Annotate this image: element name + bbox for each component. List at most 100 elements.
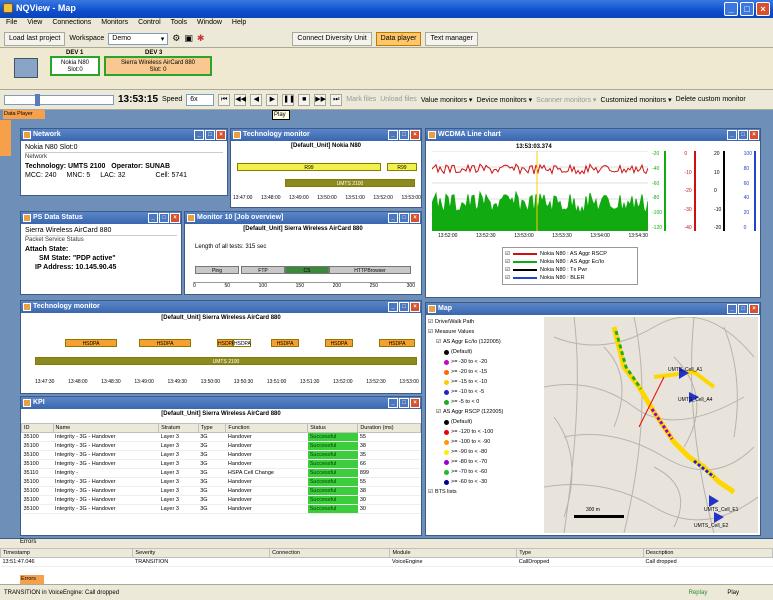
device-card-dev3[interactable]: Sierra Wireless AirCard 880 Slot: 0 [104,56,212,76]
load-last-project-button[interactable]: Load last project [4,31,66,46]
column-header[interactable]: Type [516,548,644,558]
panel-close-button[interactable]: × [170,213,180,223]
tree-item[interactable]: >= -100 to < -90 [428,437,542,447]
tree-item[interactable]: >= -20 to < -15 [428,367,542,377]
checkbox-icon[interactable]: ☑ [505,259,510,265]
map-canvas[interactable]: UMTS_Cell_A1 UMTS_Cell_A4 UMTS_Cell_E1 U… [544,317,758,533]
menu-item-file[interactable]: File [6,19,17,29]
menu-item-control[interactable]: Control [138,19,161,29]
panel-maximize-button[interactable]: □ [738,304,748,314]
tree-item[interactable]: >= -5 to < 0 [428,397,542,407]
panel-maximize-button[interactable]: □ [399,302,409,312]
panel-close-button[interactable]: × [749,130,759,140]
checkbox-icon[interactable]: ☑ [436,409,441,415]
tree-item[interactable]: >= -30 to < -20 [428,357,542,367]
tree-item[interactable]: >= -120 to < -100 [428,427,542,437]
column-header[interactable]: Stratum [158,423,199,433]
checkbox-icon[interactable]: ☑ [505,267,510,273]
connect-diversity-unit-button[interactable]: Connect Diversity Unit [292,31,372,46]
column-header[interactable]: Status [307,423,359,433]
side-tab[interactable] [0,120,11,156]
column-header[interactable]: Type [197,423,227,433]
settings-icon[interactable]: ⚙ [172,33,180,44]
step-forward-icon[interactable]: ⏭ [330,93,343,106]
column-header[interactable]: Module [389,548,518,558]
panel-close-button[interactable]: × [410,302,420,312]
menu-item-tools[interactable]: Tools [171,19,187,29]
tree-item[interactable]: >= -90 to < -80 [428,447,542,457]
timeline-slider[interactable] [4,93,114,106]
checkbox-icon[interactable]: ☑ [428,489,433,495]
timeline-thumb[interactable] [35,93,40,106]
menu-item-view[interactable]: View [27,19,42,29]
tree-item[interactable]: ☑ AS Aggr RSCP (122005) [428,407,542,417]
tree-item[interactable]: ☑ BTS lists [428,487,542,497]
panel-close-button[interactable]: × [410,398,420,408]
scanner-monitors-menu[interactable]: Scanner monitors ▾ [536,96,596,104]
column-header[interactable]: Duration (ms) [357,423,421,433]
checkbox-icon[interactable]: ☑ [428,319,433,325]
table-row[interactable]: 35100 Integrity - 3G - Handover Layer 3 3G H… [21,441,421,451]
column-header[interactable]: ID [21,423,54,433]
tree-item[interactable]: >= -10 to < -5 [428,387,542,397]
column-header[interactable]: Function [225,423,309,433]
close-button[interactable]: × [756,2,770,16]
tree-item[interactable]: >= -15 to < -10 [428,377,542,387]
table-row[interactable]: 35100 Integrity - 3G - Handover Layer 3 3G H… [21,495,421,505]
text-manager-button[interactable]: Text manager [425,31,478,46]
column-header[interactable]: Name [52,423,160,433]
panel-minimize-button[interactable]: _ [388,398,398,408]
tree-item[interactable]: >= -70 to < -60 [428,467,542,477]
panel-maximize-button[interactable]: □ [738,130,748,140]
device-card-dev1[interactable]: Nokia N80 Slot:0 [50,56,100,76]
play-reverse-icon[interactable]: ◀ [250,93,263,106]
table-row[interactable]: 35100 Integrity - 3G - Handover Layer 3 3G H… [21,504,421,514]
mark-files-button[interactable]: Mark files [346,96,376,103]
menu-item-connections[interactable]: Connections [52,19,91,29]
panel-maximize-button[interactable]: □ [399,130,409,140]
table-row[interactable]: 35110 Integrity - Layer 3 3G HSPA Cell Chang… [21,468,421,478]
column-header[interactable]: Timestamp [0,548,134,558]
column-header[interactable]: Severity [132,548,271,558]
tree-item[interactable]: >= -80 to < -70 [428,457,542,467]
tree-item[interactable]: ☑ Drive/Walk Path [428,317,542,327]
panel-maximize-button[interactable]: □ [399,213,409,223]
checkbox-icon[interactable]: ☑ [505,275,510,281]
checkbox-icon[interactable]: ☑ [505,251,510,257]
play-icon[interactable]: ▶ [266,93,279,106]
data-player-button[interactable]: Data player [375,31,422,46]
rewind-icon[interactable]: ◀◀ [234,93,247,106]
tree-item[interactable]: ☑ Measure Values [428,327,542,337]
tree-item[interactable]: (Default) [428,417,542,427]
panel-minimize-button[interactable]: _ [727,304,737,314]
panel-minimize-button[interactable]: _ [194,130,204,140]
panel-minimize-button[interactable]: _ [388,302,398,312]
tree-item[interactable]: >= -60 to < -30 [428,477,542,487]
table-row[interactable]: 35100 Integrity - 3G - Handover Layer 3 3G H… [21,432,421,442]
panel-minimize-button[interactable]: _ [388,213,398,223]
menu-item-monitors[interactable]: Monitors [101,19,128,29]
fast-forward-icon[interactable]: ▶▶ [314,93,327,106]
panel-maximize-button[interactable]: □ [205,130,215,140]
table-row[interactable]: 35100 Integrity - 3G - Handover Layer 3 3G H… [21,459,421,469]
checkbox-icon[interactable]: ☑ [436,339,441,345]
column-header[interactable]: Connection [269,548,391,558]
device-monitors-menu[interactable]: Device monitors ▾ [476,96,532,104]
table-row[interactable]: 35100 Integrity - 3G - Handover Layer 3 3G H… [21,477,421,487]
unload-files-button[interactable]: Unload files [380,96,417,103]
tree-item[interactable]: (Default) [428,347,542,357]
speed-select[interactable]: 6x [186,93,215,106]
panel-maximize-button[interactable]: □ [399,398,409,408]
panel-maximize-button[interactable]: □ [159,213,169,223]
customized-monitors-menu[interactable]: Customized monitors ▾ [600,96,671,104]
maximize-button[interactable]: □ [740,2,754,16]
data-player-tab[interactable]: Data Player [3,110,45,119]
table-row[interactable]: 35100 Integrity - 3G - Handover Layer 3 3G H… [21,486,421,496]
menu-item-window[interactable]: Window [197,19,222,29]
stop-icon[interactable]: ■ [298,93,311,106]
panel-minimize-button[interactable]: _ [388,130,398,140]
menu-item-help[interactable]: Help [232,19,246,29]
table-row[interactable]: 35100 Integrity - 3G - Handover Layer 3 3G H… [21,450,421,460]
panel-minimize-button[interactable]: _ [148,213,158,223]
column-header[interactable]: Description [642,548,773,558]
